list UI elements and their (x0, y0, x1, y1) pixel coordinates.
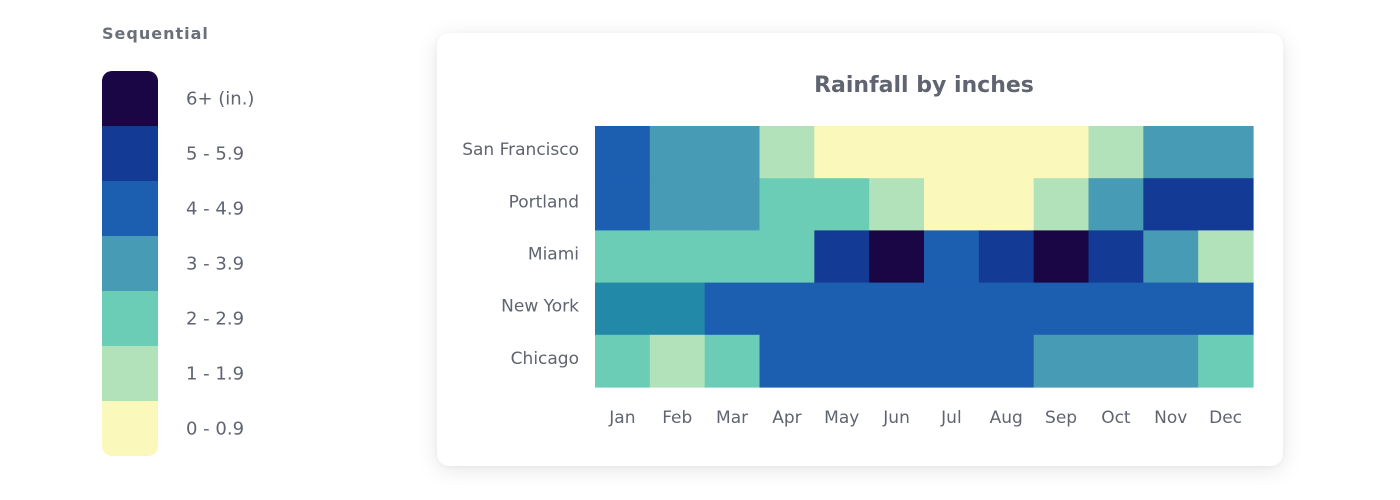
heatmap-cell (1143, 282, 1199, 336)
heatmap-cell (978, 178, 1035, 231)
legend-swatch (102, 236, 158, 291)
heatmap-cell (1033, 230, 1090, 284)
heatmap-cell (814, 230, 870, 284)
legend-label: 2 - 2.9 (186, 308, 245, 329)
y-tick-label: New York (501, 297, 579, 317)
chart-title: Rainfall by inches (814, 73, 1034, 98)
x-tick-label: Feb (662, 408, 692, 428)
heatmap-cell (1198, 282, 1254, 336)
heatmap-cell (595, 178, 651, 231)
legend-swatch (102, 126, 158, 181)
x-tick-label: Jun (882, 408, 910, 428)
heatmap-cell (1033, 282, 1090, 336)
legend-label: 4 - 4.9 (186, 198, 245, 219)
x-tick-label: Aug (990, 408, 1023, 428)
x-tick-label: Oct (1101, 408, 1131, 428)
heatmap-cell (978, 334, 1035, 388)
heatmap-cell (924, 282, 980, 336)
heatmap-cell (814, 334, 870, 388)
legend-swatch (102, 401, 158, 456)
heatmap-cell (869, 282, 925, 336)
heatmap-cell (814, 282, 870, 336)
heatmap-cell (1088, 282, 1144, 336)
heatmap-cell (649, 126, 706, 179)
heatmap-cell (1088, 126, 1144, 179)
heatmap-cell (759, 282, 815, 336)
heatmap-cell (869, 126, 925, 179)
y-tick-label: Miami (528, 245, 579, 265)
legend-swatch (102, 291, 158, 346)
heatmap-cell (704, 178, 761, 231)
heatmap-cell (649, 334, 706, 388)
heatmap-cell (595, 230, 651, 284)
heatmap-cell (924, 334, 980, 388)
heatmap-cell (869, 178, 925, 231)
legend-label: 0 - 0.9 (186, 418, 245, 439)
legend-title: Sequential (102, 24, 209, 43)
heatmap-cell (1088, 178, 1144, 231)
heatmap-cell (1198, 126, 1254, 179)
x-tick-label: Mar (716, 408, 748, 428)
heatmap-cell (869, 334, 925, 388)
heatmap-cell (759, 126, 815, 179)
heatmap-cell (649, 282, 706, 336)
heatmap-cell (759, 334, 815, 388)
heatmap-cell (1143, 334, 1199, 388)
heatmap-cell (1033, 334, 1090, 388)
y-tick-label: Chicago (511, 349, 579, 369)
heatmap-chart: Rainfall by inches San Francisco Portland… (462, 73, 1254, 428)
heatmap-cell (869, 230, 925, 284)
legend-label: 1 - 1.9 (186, 363, 245, 384)
heatmap-cell (704, 282, 761, 336)
x-tick-label: Apr (772, 408, 801, 428)
heatmap-cell (595, 282, 651, 336)
legend-label: 6+ (in.) (186, 88, 255, 109)
chart-card: Rainfall by inches San Francisco Portland… (437, 33, 1283, 466)
heatmap-cell (1143, 230, 1199, 284)
heatmap-cell (595, 334, 651, 388)
heatmap-cell (1198, 178, 1254, 231)
heatmap-cell (1143, 126, 1199, 179)
heatmap-cell (978, 230, 1035, 284)
legend-swatch (102, 346, 158, 401)
heatmap-cell (759, 178, 815, 231)
x-tick-label: Jan (608, 408, 635, 428)
heatmap-cell (704, 230, 761, 284)
legend-swatch (102, 71, 158, 126)
heatmap-cell (1033, 178, 1090, 231)
x-tick-label: Jul (940, 408, 962, 428)
heatmap-cell (1033, 126, 1090, 179)
x-tick-label: Sep (1045, 408, 1077, 428)
legend-label: 5 - 5.9 (186, 143, 245, 164)
heatmap-cell (978, 282, 1035, 336)
heatmap-cell (1088, 230, 1144, 284)
x-tick-label: May (824, 408, 859, 428)
heatmap-cell (1198, 230, 1254, 284)
heatmap-cell (649, 178, 706, 231)
heatmap-cell (924, 126, 980, 179)
legend-color-bar (102, 71, 158, 456)
legend-swatch (102, 181, 158, 236)
heatmap-cell (814, 178, 870, 231)
heatmap-cell (1198, 334, 1254, 388)
heatmap-cell (1143, 178, 1199, 231)
x-tick-label: Nov (1154, 408, 1187, 428)
heatmap-cell (649, 230, 706, 284)
heatmap-cell (704, 126, 761, 179)
heatmap-cell (924, 178, 980, 231)
heatmap-cell (1088, 334, 1144, 388)
y-tick-label: Portland (509, 192, 579, 212)
heatmap-cell (704, 334, 761, 388)
heatmap-cell (759, 230, 815, 284)
legend-label: 3 - 3.9 (186, 253, 245, 274)
x-tick-label: Dec (1209, 408, 1242, 428)
heatmap-cell (595, 126, 651, 179)
y-tick-label: San Francisco (462, 140, 579, 160)
heatmap-cell (978, 126, 1035, 179)
heatmap-cell (924, 230, 980, 284)
heatmap-cell (814, 126, 870, 179)
